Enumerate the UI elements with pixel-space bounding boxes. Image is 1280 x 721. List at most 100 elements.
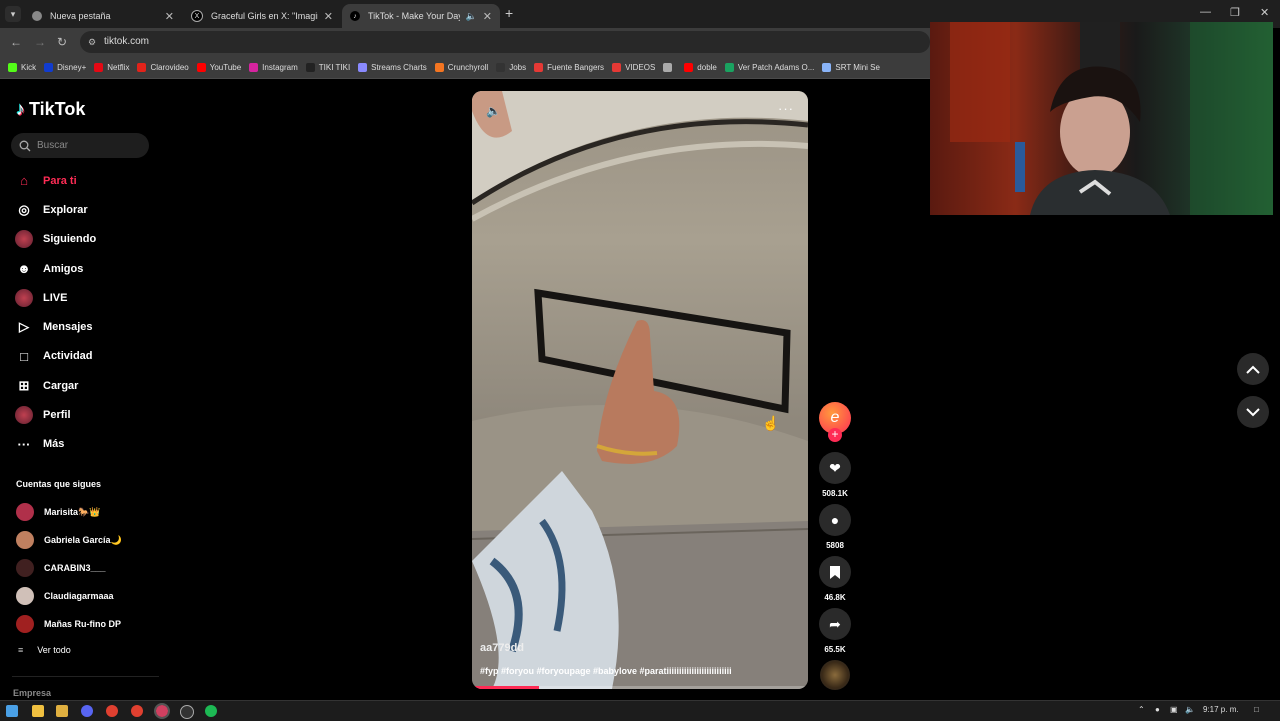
sidebar-item-8[interactable]: Perfil	[15, 400, 96, 429]
music-disc-icon[interactable]	[820, 660, 850, 690]
close-tab-icon[interactable]: ✕	[483, 10, 492, 23]
bookmark-10[interactable]: Fuente Bangers	[534, 62, 604, 72]
sidebar-item-9[interactable]: ··· Más	[15, 430, 96, 459]
bookmark-4[interactable]: YouTube	[196, 62, 241, 72]
following-item[interactable]: Claudiagarmaaa	[16, 582, 122, 610]
folder-icon[interactable]	[56, 705, 68, 717]
bookmark-favicon-icon	[534, 62, 544, 72]
bookmark-15[interactable]: SRT Mini Se	[822, 62, 880, 72]
tab-nueva-pestana[interactable]: Nueva pestaña ✕	[24, 4, 182, 28]
sidebar-item-label: Perfil	[43, 409, 71, 422]
following-item[interactable]: Marisita🐎👑	[16, 498, 122, 526]
tab-label: Graceful Girls en X: "Imagine w	[211, 11, 318, 21]
bookmark-12[interactable]	[663, 62, 676, 72]
bookmark-3[interactable]: Clarovideo	[137, 62, 189, 72]
new-tab-button[interactable]: +	[505, 5, 513, 21]
x-logo-icon: X	[191, 10, 203, 22]
bookmark-1[interactable]: Disney+	[44, 62, 86, 72]
reload-icon[interactable]: ↻	[57, 35, 67, 49]
search-input[interactable]: Buscar	[11, 133, 149, 158]
bookmark-0[interactable]: Kick	[8, 62, 36, 72]
bookmark-14[interactable]: Ver Patch Adams O...	[724, 62, 815, 72]
see-all-button[interactable]: ≡ Ver todo	[18, 645, 71, 655]
like-action[interactable]: ❤ 508.1K	[818, 452, 852, 498]
sidebar-item-3[interactable]: ☻ Amigos	[15, 254, 96, 283]
comment-action[interactable]: ● 5808	[818, 504, 852, 550]
tray-overflow-icon[interactable]: ⌃	[1138, 705, 1145, 714]
bookmark-5[interactable]: Instagram	[249, 62, 298, 72]
following-item[interactable]: Mañas Ru-fino DP	[16, 610, 122, 638]
sidebar-item-1[interactable]: ◎ Explorar	[15, 195, 96, 224]
bookmark-6[interactable]: TIKI TIKI	[305, 62, 350, 72]
volume-tray-icon[interactable]: 🔈	[1185, 705, 1195, 714]
close-tab-icon[interactable]: ✕	[165, 10, 174, 23]
video-progress-bar[interactable]	[472, 686, 808, 689]
close-window-button[interactable]: ✕	[1260, 6, 1269, 19]
bookmark-7[interactable]: Streams Charts	[358, 62, 427, 72]
avatar	[16, 587, 34, 605]
sidebar-item-7[interactable]: ⊞ Cargar	[15, 371, 96, 400]
sidebar-item-6[interactable]: □ Actividad	[15, 342, 96, 371]
video-player[interactable]: 🔈 ··· aa779dd #fyp #foryou #foryoupage #…	[472, 91, 808, 689]
forward-icon[interactable]: →	[34, 35, 46, 49]
follow-plus-button[interactable]: +	[828, 428, 842, 442]
notifications-icon[interactable]: □	[1254, 705, 1259, 714]
obs-icon[interactable]	[180, 705, 194, 719]
chrome-active-icon[interactable]	[154, 703, 170, 719]
minimize-button[interactable]: —	[1200, 6, 1211, 18]
bookmark-9[interactable]: Jobs	[496, 62, 526, 72]
microphone-icon[interactable]: ●	[1155, 705, 1160, 714]
following-name: Mañas Ru-fino DP	[44, 619, 122, 629]
next-video-button[interactable]	[1237, 396, 1269, 428]
share-action[interactable]: ➦ 65.5K	[818, 608, 852, 654]
bookmark-favicon-icon	[496, 62, 506, 72]
sidebar-item-2[interactable]: Siguiendo	[15, 225, 96, 254]
sidebar-item-label: Explorar	[43, 203, 88, 216]
previous-video-button[interactable]	[1237, 353, 1269, 385]
url-bar[interactable]: ⚙ tiktok.com	[80, 31, 930, 53]
share-icon[interactable]: ➦	[819, 608, 851, 640]
network-icon[interactable]: ▣	[1170, 705, 1178, 714]
search-placeholder: Buscar	[37, 140, 69, 151]
bookmark-8[interactable]: Crunchyroll	[434, 62, 488, 72]
avatar	[15, 230, 33, 249]
bookmark-11[interactable]: VIDEOS	[612, 62, 655, 72]
chrome-profile-icon[interactable]	[131, 705, 143, 717]
chrome-icon[interactable]	[106, 705, 118, 717]
discord-icon[interactable]	[81, 705, 93, 717]
sidebar-item-5[interactable]: ▷ Mensajes	[15, 312, 96, 341]
comment-icon[interactable]: ●	[819, 504, 851, 536]
bookmark-icon[interactable]	[819, 556, 851, 588]
restore-button[interactable]: ❐	[1230, 6, 1240, 19]
windows-start-icon[interactable]	[6, 705, 18, 717]
tab-search-button[interactable]: ▾	[5, 6, 21, 22]
speaker-icon[interactable]: 🔈	[466, 11, 477, 22]
volume-icon[interactable]: 🔈	[486, 104, 501, 118]
tab-graceful-girls[interactable]: X Graceful Girls en X: "Imagine w ✕	[183, 4, 341, 28]
bookmark-label: Ver Patch Adams O...	[737, 62, 815, 72]
following-item[interactable]: CARABIN3___	[16, 554, 122, 582]
spotify-icon[interactable]	[205, 705, 217, 717]
site-info-icon[interactable]: ⚙	[88, 31, 96, 53]
back-icon[interactable]: ←	[10, 35, 22, 49]
bookmarks-bar: Kick Disney+ Netflix Clarovideo YouTube Insta…	[0, 56, 930, 79]
clock[interactable]: 9:17 p. m.	[1203, 705, 1239, 714]
file-explorer-icon[interactable]	[32, 705, 44, 717]
sidebar-item-4[interactable]: LIVE	[15, 283, 96, 312]
heart-icon[interactable]: ❤	[819, 452, 851, 484]
footer-link-empresa[interactable]: Empresa	[13, 688, 51, 698]
bookmark-2[interactable]: Netflix	[94, 62, 129, 72]
video-caption[interactable]: #fyp #foryou #foryoupage #babylove #para…	[480, 666, 800, 676]
more-options-icon[interactable]: ···	[778, 101, 794, 116]
sidebar-item-0[interactable]: ⌂ Para ti	[15, 166, 96, 195]
hand-cursor-icon: ☝	[762, 415, 780, 431]
following-item[interactable]: Gabriela García🌙	[16, 526, 122, 554]
close-tab-icon[interactable]: ✕	[324, 10, 333, 23]
bookmark-13[interactable]: doble	[684, 62, 717, 72]
avatar	[16, 503, 34, 521]
tab-tiktok[interactable]: ♪ TikTok - Make Your Day 🔈 ✕	[342, 4, 500, 28]
video-username[interactable]: aa779dd	[480, 642, 524, 654]
save-action[interactable]: 46.8K	[818, 556, 852, 602]
sidebar-item-label: Cargar	[43, 379, 79, 392]
tiktok-logo[interactable]: ♪ TikTok	[16, 99, 85, 120]
